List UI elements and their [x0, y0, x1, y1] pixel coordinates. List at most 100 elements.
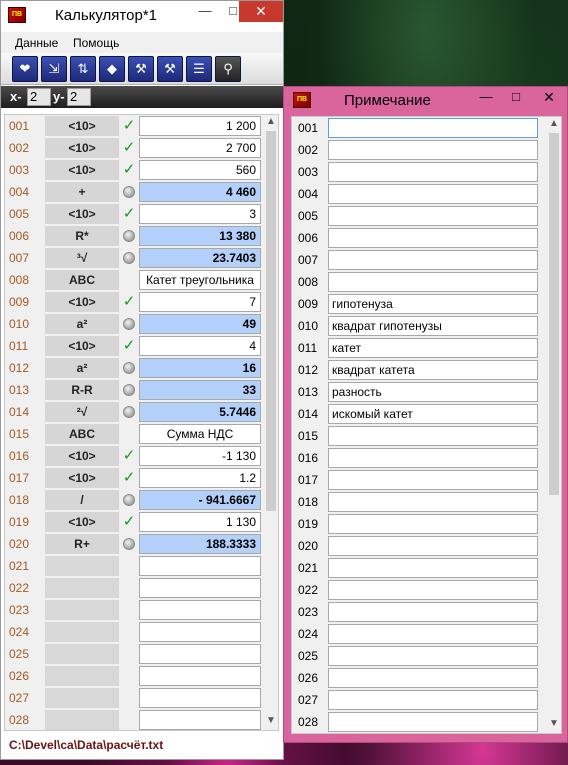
- note-field[interactable]: [328, 514, 538, 534]
- notes-titlebar[interactable]: ПВ Примечание — □ ✕: [284, 87, 567, 115]
- value-field[interactable]: Сумма НДС: [139, 424, 261, 444]
- note-field[interactable]: гипотенуза: [328, 294, 538, 314]
- note-field[interactable]: [328, 250, 538, 270]
- notes-maximize-button[interactable]: □: [502, 87, 530, 108]
- close-button[interactable]: ✕: [239, 1, 283, 22]
- note-field[interactable]: разность: [328, 382, 538, 402]
- note-field[interactable]: [328, 118, 538, 138]
- operation-cell[interactable]: a²: [45, 314, 119, 334]
- note-field[interactable]: [328, 646, 538, 666]
- note-field[interactable]: искомый катет: [328, 404, 538, 424]
- operation-cell[interactable]: [45, 600, 119, 620]
- value-field[interactable]: - 941.6667: [139, 490, 261, 510]
- note-field[interactable]: квадрат катета: [328, 360, 538, 380]
- note-field[interactable]: [328, 228, 538, 248]
- calculator-titlebar[interactable]: ПВ Калькулятор*1 — □ ✕: [1, 1, 283, 31]
- scroll-down-icon[interactable]: ▼: [264, 714, 278, 728]
- open-folder-button[interactable]: ❤: [12, 56, 38, 82]
- scroll-down-icon[interactable]: ▼: [547, 717, 561, 731]
- note-field[interactable]: [328, 206, 538, 226]
- operation-cell[interactable]: <10>: [45, 204, 119, 224]
- operation-cell[interactable]: <10>: [45, 512, 119, 532]
- notes-minimize-button[interactable]: —: [472, 87, 500, 108]
- note-field[interactable]: [328, 536, 538, 556]
- calculation-scrollbar[interactable]: ▲ ▼: [264, 115, 278, 730]
- note-field[interactable]: [328, 184, 538, 204]
- note-field[interactable]: квадрат гипотенузы: [328, 316, 538, 336]
- note-field[interactable]: [328, 712, 538, 732]
- scroll-up-icon[interactable]: ▲: [547, 117, 561, 131]
- operation-cell[interactable]: <10>: [45, 292, 119, 312]
- y-input[interactable]: 2: [67, 88, 91, 106]
- value-field[interactable]: [139, 644, 261, 664]
- value-field[interactable]: 1 200: [139, 116, 261, 136]
- value-field[interactable]: [139, 710, 261, 730]
- operation-cell[interactable]: R+: [45, 534, 119, 554]
- value-field[interactable]: 16: [139, 358, 261, 378]
- note-field[interactable]: [328, 558, 538, 578]
- value-field[interactable]: 3: [139, 204, 261, 224]
- operation-cell[interactable]: ABC: [45, 270, 119, 290]
- scroll-thumb[interactable]: [549, 133, 559, 495]
- value-field[interactable]: [139, 556, 261, 576]
- operation-cell[interactable]: <10>: [45, 336, 119, 356]
- value-field[interactable]: 4: [139, 336, 261, 356]
- scroll-thumb[interactable]: [266, 131, 276, 511]
- operation-cell[interactable]: <10>: [45, 138, 119, 158]
- note-field[interactable]: [328, 602, 538, 622]
- value-field[interactable]: 1.2: [139, 468, 261, 488]
- value-field[interactable]: -1 130: [139, 446, 261, 466]
- note-field[interactable]: [328, 492, 538, 512]
- operation-cell[interactable]: ³√: [45, 248, 119, 268]
- value-field[interactable]: 2 700: [139, 138, 261, 158]
- operation-cell[interactable]: [45, 688, 119, 708]
- notes-close-button[interactable]: ✕: [534, 87, 564, 108]
- eraser-button[interactable]: ◆: [99, 56, 125, 82]
- value-field[interactable]: [139, 600, 261, 620]
- operation-cell[interactable]: [45, 710, 119, 730]
- value-field[interactable]: 33: [139, 380, 261, 400]
- arrows-button[interactable]: ⇅: [70, 56, 96, 82]
- operation-cell[interactable]: ²√: [45, 402, 119, 422]
- note-field[interactable]: [328, 624, 538, 644]
- split-doc-button[interactable]: ⇲: [41, 56, 67, 82]
- value-field[interactable]: [139, 622, 261, 642]
- operation-cell[interactable]: a²: [45, 358, 119, 378]
- value-field[interactable]: 49: [139, 314, 261, 334]
- value-field[interactable]: [139, 578, 261, 598]
- value-field[interactable]: [139, 666, 261, 686]
- note-field[interactable]: [328, 140, 538, 160]
- operation-cell[interactable]: [45, 644, 119, 664]
- menu-help[interactable]: Помощь: [73, 36, 119, 50]
- note-field[interactable]: [328, 470, 538, 490]
- notes-scrollbar[interactable]: ▲ ▼: [547, 117, 561, 733]
- value-field[interactable]: 4 460: [139, 182, 261, 202]
- operation-cell[interactable]: <10>: [45, 446, 119, 466]
- minimize-button[interactable]: —: [191, 1, 219, 22]
- note-field[interactable]: [328, 448, 538, 468]
- list-button[interactable]: ☰: [186, 56, 212, 82]
- operation-cell[interactable]: [45, 666, 119, 686]
- value-field[interactable]: 5.7446: [139, 402, 261, 422]
- value-field[interactable]: 560: [139, 160, 261, 180]
- menu-data[interactable]: Данные: [15, 36, 58, 50]
- note-field[interactable]: [328, 668, 538, 688]
- note-field[interactable]: катет: [328, 338, 538, 358]
- operation-cell[interactable]: R-R: [45, 380, 119, 400]
- search-button[interactable]: ⚲: [215, 56, 241, 82]
- operation-cell[interactable]: [45, 556, 119, 576]
- value-field[interactable]: 23.7403: [139, 248, 261, 268]
- operation-cell[interactable]: <10>: [45, 160, 119, 180]
- note-field[interactable]: [328, 426, 538, 446]
- operation-cell[interactable]: <10>: [45, 468, 119, 488]
- scroll-up-icon[interactable]: ▲: [264, 115, 278, 129]
- note-field[interactable]: [328, 580, 538, 600]
- note-field[interactable]: [328, 162, 538, 182]
- x-input[interactable]: 2: [27, 88, 51, 106]
- operation-cell[interactable]: <10>: [45, 116, 119, 136]
- tools-alt-button[interactable]: ⚒: [157, 56, 183, 82]
- operation-cell[interactable]: +: [45, 182, 119, 202]
- tools-button[interactable]: ⚒: [128, 56, 154, 82]
- value-field[interactable]: Катет треугольника: [139, 270, 261, 290]
- operation-cell[interactable]: ABC: [45, 424, 119, 444]
